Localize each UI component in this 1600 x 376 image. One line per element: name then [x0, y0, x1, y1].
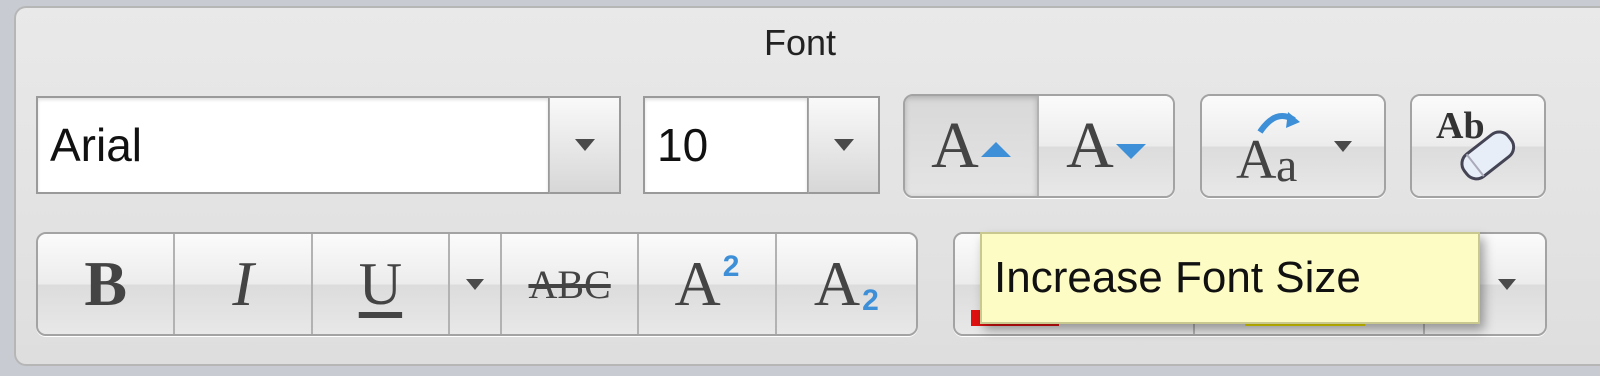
italic-glyph: I	[232, 248, 254, 319]
chevron-down-icon	[466, 278, 484, 290]
increase-font-size-button[interactable]: A	[905, 96, 1040, 196]
strikethrough-button[interactable]: ABC	[501, 234, 640, 334]
tooltip-text: Increase Font Size	[994, 253, 1361, 302]
italic-button[interactable]: I	[175, 234, 313, 334]
superscript-button[interactable]: A 2	[639, 234, 777, 334]
arrow-up-icon	[980, 141, 1011, 157]
subscript-number: 2	[862, 284, 879, 317]
clear-formatting-group: Ab	[1410, 94, 1546, 198]
tooltip: Increase Font Size	[980, 232, 1480, 324]
underline-options-dropdown[interactable]	[450, 234, 502, 334]
decrease-font-size-button[interactable]: A	[1039, 96, 1173, 196]
arrow-down-icon	[1115, 143, 1146, 159]
strikethrough-glyph: ABC	[528, 261, 611, 307]
underline-button[interactable]: U	[312, 234, 451, 334]
font-size-step-group: A A	[903, 94, 1175, 198]
font-name-value: Arial	[50, 119, 143, 171]
subscript-base-glyph: A	[813, 248, 861, 319]
change-case-upper-glyph: A	[1236, 129, 1277, 191]
change-case-group: A a	[1200, 94, 1386, 198]
clear-formatting-icon: Ab	[1428, 104, 1528, 188]
chevron-down-icon	[1334, 140, 1352, 152]
change-case-icon: A a	[1234, 106, 1318, 192]
chevron-down-icon	[1498, 278, 1516, 290]
font-name-field[interactable]: Arial	[36, 96, 550, 194]
clear-formatting-button[interactable]: Ab	[1412, 96, 1544, 196]
group-title: Font	[763, 22, 837, 63]
font-name-dropdown-button[interactable]	[549, 96, 621, 194]
superscript-base-glyph: A	[674, 248, 721, 319]
subscript-button[interactable]: A 2	[776, 234, 916, 334]
change-case-button[interactable]: A a	[1202, 96, 1384, 196]
increase-font-size-glyph: A	[931, 109, 979, 182]
bold-glyph: B	[84, 248, 128, 319]
decrease-font-size-glyph: A	[1066, 109, 1114, 182]
chevron-down-icon	[574, 139, 595, 151]
underline-glyph: U	[358, 250, 403, 317]
bold-button[interactable]: B	[38, 234, 176, 334]
font-size-value: 10	[657, 119, 709, 171]
font-size-dropdown-button[interactable]	[808, 96, 880, 194]
change-case-lower-glyph: a	[1276, 139, 1298, 192]
text-style-group: B I U ABC A 2 A 2	[36, 232, 918, 336]
font-size-field[interactable]: 10	[643, 96, 809, 194]
superscript-number: 2	[722, 250, 740, 283]
chevron-down-icon	[833, 139, 854, 151]
eraser-icon	[1460, 130, 1516, 181]
